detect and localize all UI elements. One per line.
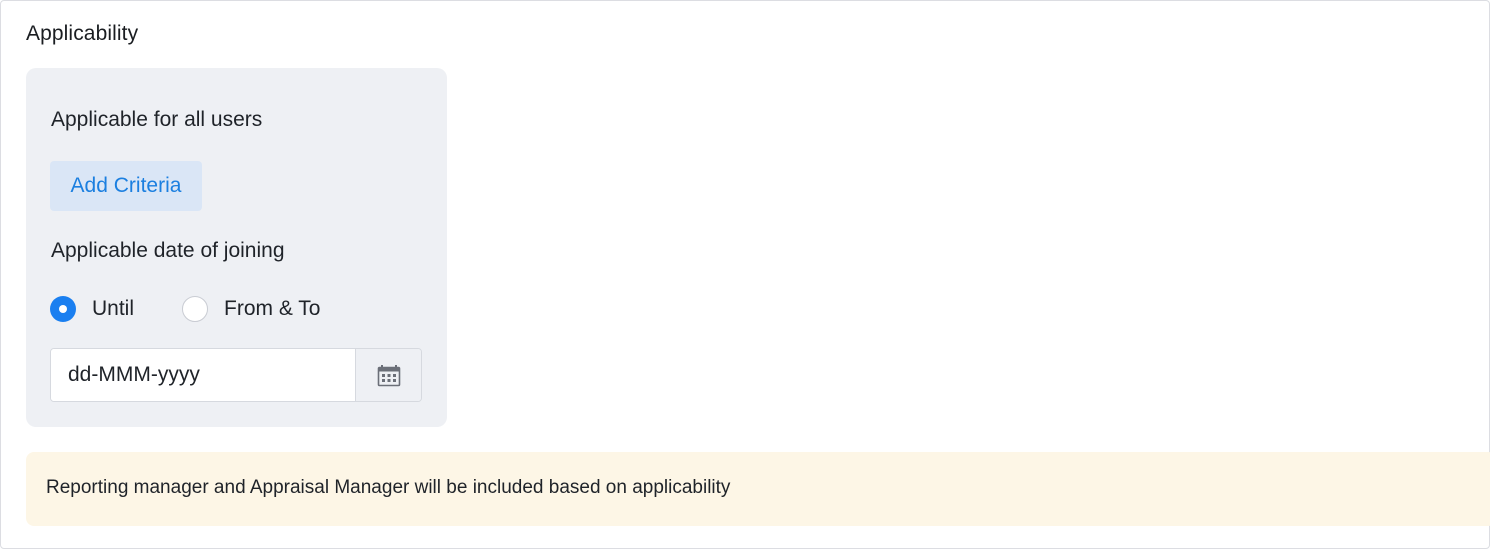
applicability-notice: Reporting manager and Appraisal Manager … — [26, 452, 1490, 526]
radio-until-label: Until — [92, 297, 135, 320]
applicability-panel: Applicable for all users Add Criteria Ap… — [26, 68, 447, 427]
section-title: Applicability — [26, 22, 139, 45]
radio-until[interactable] — [50, 296, 76, 322]
applicable-for-label: Applicable for all users — [51, 108, 263, 131]
add-criteria-button[interactable]: Add Criteria — [50, 161, 202, 211]
date-input[interactable] — [51, 349, 355, 401]
radio-option-until[interactable]: Until — [50, 296, 134, 322]
date-of-joining-label: Applicable date of joining — [51, 239, 285, 262]
calendar-button[interactable] — [355, 349, 421, 401]
date-of-joining-field — [50, 348, 422, 402]
notice-text: Reporting manager and Appraisal Manager … — [46, 477, 731, 498]
date-mode-radio-group: Until From & To — [50, 293, 320, 325]
calendar-icon — [377, 365, 400, 387]
radio-option-from-to[interactable]: From & To — [182, 296, 320, 322]
radio-from-to-label: From & To — [224, 297, 321, 320]
radio-from-to[interactable] — [182, 296, 209, 322]
